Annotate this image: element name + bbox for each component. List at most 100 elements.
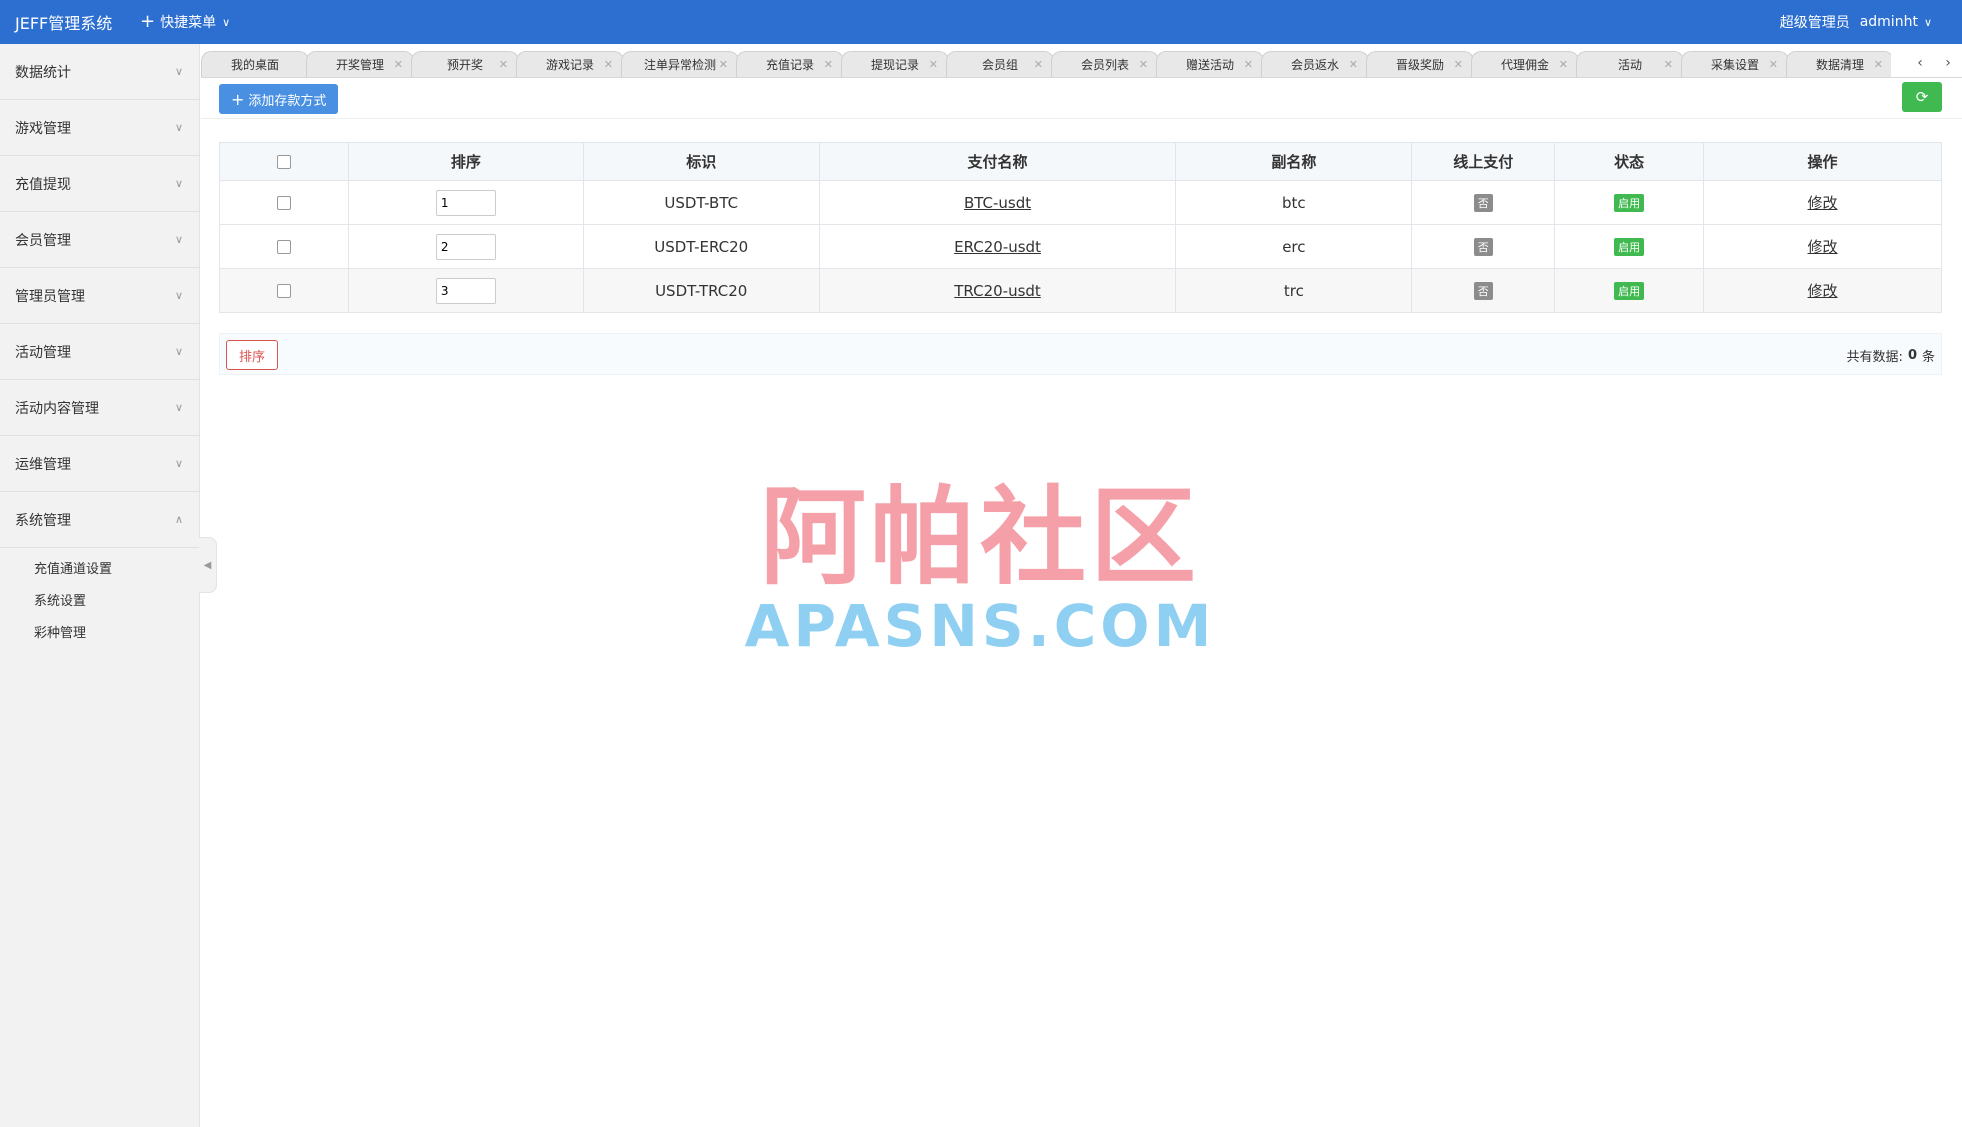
select-all-checkbox[interactable]: [276, 155, 291, 169]
online-cell: 否: [1411, 180, 1556, 225]
sidebar-item-data-stats[interactable]: 数据统计 ∨: [0, 44, 199, 100]
id-cell: USDT-ERC20: [582, 224, 820, 269]
row-checkbox[interactable]: [276, 284, 291, 298]
tab-member-list[interactable]: 会员列表 ✕: [1051, 51, 1159, 77]
chevron-up-icon: ∧: [174, 513, 183, 526]
tab-label: 数据清理: [1815, 58, 1864, 72]
sort-button[interactable]: 排序: [226, 340, 279, 370]
alias-cell: btc: [1175, 180, 1413, 225]
tab-activity[interactable]: 活动 ✕: [1576, 51, 1684, 77]
payment-name-link[interactable]: BTC-usdt: [964, 194, 1031, 212]
close-icon[interactable]: ✕: [1244, 58, 1253, 71]
close-icon[interactable]: ✕: [719, 58, 728, 71]
row-checkbox[interactable]: [276, 196, 291, 210]
close-icon[interactable]: ✕: [1769, 58, 1778, 71]
refresh-button[interactable]: ⟳: [1902, 82, 1942, 112]
tab-member-rebate[interactable]: 会员返水 ✕: [1261, 51, 1369, 77]
quick-menu-button[interactable]: + 快捷菜单 ∨: [140, 12, 230, 32]
sidebar-item-activity-management[interactable]: 活动管理 ∨: [0, 324, 199, 380]
add-button-label: 添加存款方式: [248, 93, 327, 109]
table-footer: 排序 共有数据: 0 条: [219, 333, 1942, 375]
chevron-down-icon: ∨: [174, 457, 183, 470]
tab-collect-settings[interactable]: 采集设置 ✕: [1681, 51, 1789, 77]
sidebar-item-game-management[interactable]: 游戏管理 ∨: [0, 100, 199, 156]
tab-label: 注单异常检测: [644, 58, 717, 72]
row-select-cell: [219, 224, 349, 269]
tab-agent-commission[interactable]: 代理佣金 ✕: [1471, 51, 1579, 77]
sidebar-item-label: 会员管理: [15, 232, 71, 249]
action-cell: 修改: [1703, 268, 1942, 313]
sort-cell: [347, 268, 584, 313]
tab-withdraw-records[interactable]: 提现记录 ✕: [841, 51, 949, 77]
close-icon[interactable]: ✕: [824, 58, 833, 71]
tab-label: 会员返水: [1290, 58, 1339, 72]
tab-game-records[interactable]: 游戏记录 ✕: [516, 51, 624, 77]
tab-recharge-records[interactable]: 充值记录 ✕: [736, 51, 844, 77]
close-icon[interactable]: ✕: [499, 58, 508, 71]
sidebar-item-activity-content[interactable]: 活动内容管理 ∨: [0, 380, 199, 436]
total-count: 共有数据: 0 条: [1847, 334, 1935, 376]
tab-label: 赠送活动: [1185, 58, 1234, 72]
chevron-down-icon: ∨: [1923, 15, 1932, 29]
sidebar-collapse-handle[interactable]: ◀: [199, 537, 217, 593]
tab-bet-anomaly[interactable]: 注单异常检测 ✕: [621, 51, 739, 77]
online-cell: 否: [1411, 268, 1556, 313]
action-cell: 修改: [1703, 180, 1942, 225]
brand-title: JEFF管理系统: [15, 14, 113, 33]
tab-data-cleanup[interactable]: 数据清理 ✕: [1786, 51, 1891, 77]
add-deposit-method-button[interactable]: + 添加存款方式: [219, 84, 339, 114]
chevron-right-icon[interactable]: ›: [1934, 55, 1962, 71]
plus-icon: +: [231, 89, 245, 109]
name-cell: ERC20-usdt: [818, 224, 1177, 269]
edit-link[interactable]: 修改: [1808, 238, 1838, 256]
tabs-bar: 我的桌面 开奖管理 ✕ 预开奖 ✕ 游戏记录 ✕ 注单异常检测 ✕ 充值记录 ✕ 提现记录…: [201, 50, 1962, 78]
tab-pre-draw[interactable]: 预开奖 ✕: [411, 51, 519, 77]
edit-link[interactable]: 修改: [1808, 194, 1838, 212]
close-icon[interactable]: ✕: [1454, 58, 1463, 71]
refresh-icon: ⟳: [1915, 88, 1929, 106]
close-icon[interactable]: ✕: [1559, 58, 1568, 71]
sidebar-subitem-system-settings[interactable]: 系统设置: [0, 586, 199, 618]
tab-draw-management[interactable]: 开奖管理 ✕: [306, 51, 414, 77]
chevron-down-icon: ∨: [174, 401, 183, 414]
sidebar-item-admin-management[interactable]: 管理员管理 ∨: [0, 268, 199, 324]
close-icon[interactable]: ✕: [1349, 58, 1358, 71]
sidebar-item-ops-management[interactable]: 运维管理 ∨: [0, 436, 199, 492]
sidebar-subitem-lottery-management[interactable]: 彩种管理: [0, 618, 199, 650]
sidebar-item-label: 数据统计: [15, 64, 71, 81]
tab-desktop[interactable]: 我的桌面: [201, 51, 309, 77]
close-icon[interactable]: ✕: [1874, 58, 1883, 71]
status-cell: 启用: [1554, 268, 1705, 313]
payment-name-link[interactable]: TRC20-usdt: [954, 282, 1041, 300]
payment-name-link[interactable]: ERC20-usdt: [954, 238, 1041, 256]
close-icon[interactable]: ✕: [929, 58, 938, 71]
sort-input[interactable]: [435, 233, 496, 260]
tab-gift-activity[interactable]: 赠送活动 ✕: [1156, 51, 1264, 77]
chevron-left-icon[interactable]: ‹: [1906, 55, 1934, 71]
sidebar-item-label: 游戏管理: [15, 120, 71, 137]
chevron-down-icon: ∨: [174, 65, 183, 78]
sort-input[interactable]: [435, 189, 496, 216]
tab-member-groups[interactable]: 会员组 ✕: [946, 51, 1054, 77]
close-icon[interactable]: ✕: [1034, 58, 1043, 71]
row-checkbox[interactable]: [276, 240, 291, 254]
sort-input[interactable]: [435, 277, 496, 304]
sidebar-item-recharge-withdraw[interactable]: 充值提现 ∨: [0, 156, 199, 212]
user-menu[interactable]: 超级管理员 adminht ∨: [1780, 0, 1932, 44]
sidebar-item-member-management[interactable]: 会员管理 ∨: [0, 212, 199, 268]
tab-promotion-reward[interactable]: 晋级奖励 ✕: [1366, 51, 1474, 77]
id-cell: USDT-TRC20: [582, 268, 820, 313]
row-select-cell: [219, 180, 349, 225]
top-bar: JEFF管理系统 + 快捷菜单 ∨ 超级管理员 adminht ∨: [0, 0, 1962, 44]
close-icon[interactable]: ✕: [1139, 58, 1148, 71]
total-number: 0: [1907, 347, 1917, 363]
close-icon[interactable]: ✕: [394, 58, 403, 71]
column-header-name: 支付名称: [818, 142, 1177, 181]
edit-link[interactable]: 修改: [1808, 282, 1838, 300]
close-icon[interactable]: ✕: [604, 58, 613, 71]
column-header-alias: 副名称: [1175, 142, 1413, 181]
sidebar-item-system-management[interactable]: 系统管理 ∧: [0, 492, 199, 548]
sidebar: 数据统计 ∨ 游戏管理 ∨ 充值提现 ∨ 会员管理 ∨ 管理员管理 ∨ 活动管理 ∨ 活动内…: [0, 44, 200, 1127]
sidebar-subitem-recharge-channel[interactable]: 充值通道设置: [0, 554, 199, 586]
close-icon[interactable]: ✕: [1664, 58, 1673, 71]
